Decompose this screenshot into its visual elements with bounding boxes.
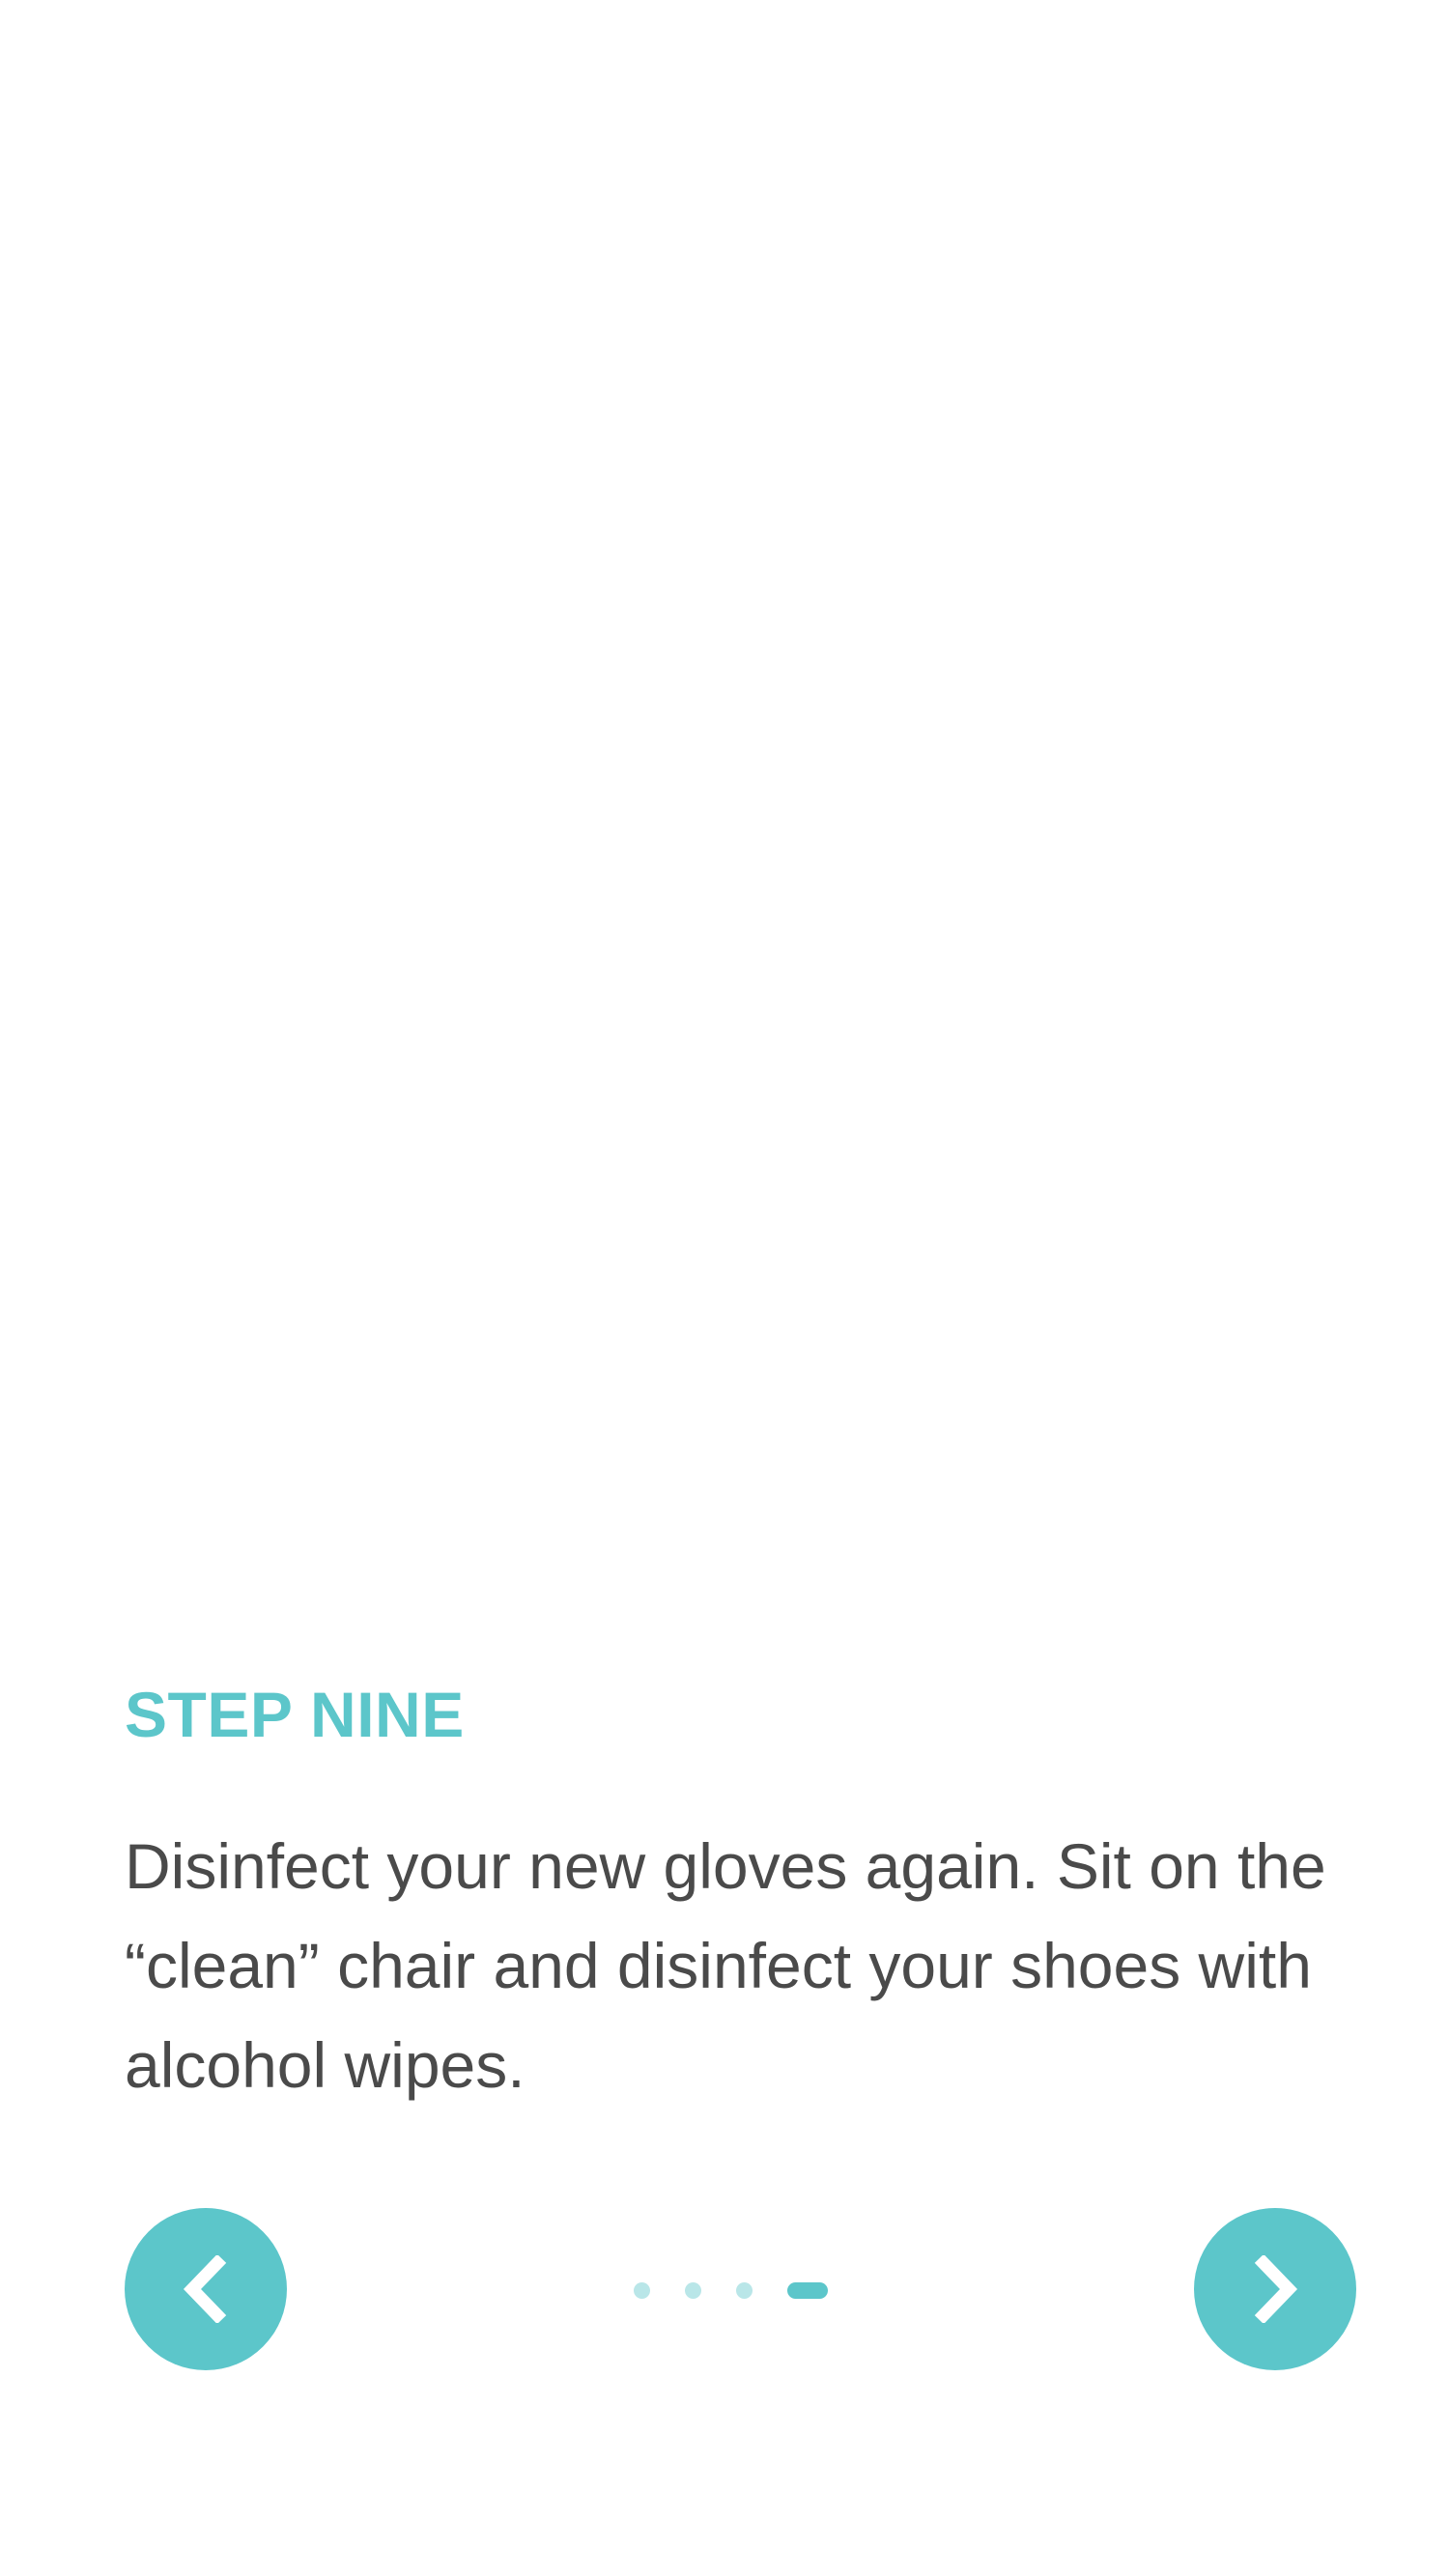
page-indicator	[634, 2281, 828, 2299]
onboarding-screen: STEP NINE Disinfect your new gloves agai…	[0, 0, 1449, 2576]
page-dot-active[interactable]	[787, 2281, 828, 2299]
step-content: STEP NINE Disinfect your new gloves agai…	[125, 1676, 1342, 2115]
chevron-right-icon	[1246, 2255, 1304, 2323]
step-illustration	[0, 0, 1449, 1594]
previous-button[interactable]	[125, 2208, 287, 2370]
next-button[interactable]	[1194, 2208, 1356, 2370]
step-description: Disinfect your new gloves again. Sit on …	[125, 1830, 1326, 2101]
step-title: STEP NINE	[125, 1679, 465, 1750]
page-dot[interactable]	[685, 2281, 701, 2299]
pager-navigation	[125, 2208, 1356, 2370]
chevron-left-icon	[177, 2255, 235, 2323]
page-dot[interactable]	[634, 2281, 650, 2299]
page-dot[interactable]	[736, 2281, 753, 2299]
